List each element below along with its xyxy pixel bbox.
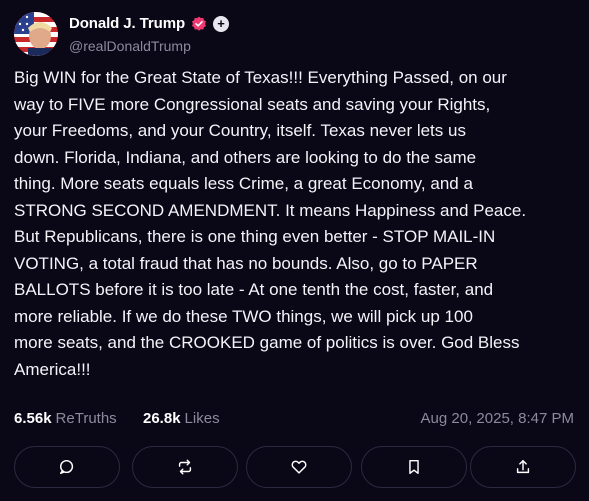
- repost-icon: [178, 459, 192, 475]
- plus-icon: +: [213, 15, 230, 32]
- like-button[interactable]: [246, 446, 352, 488]
- author-handle[interactable]: @realDonaldTrump: [69, 38, 191, 54]
- author-name[interactable]: Donald J. Trump: [69, 15, 185, 32]
- bookmark-icon: [409, 459, 419, 475]
- plus-glyph: +: [217, 15, 225, 31]
- likes-label: Likes: [184, 410, 220, 427]
- likes-count: 26.8k: [143, 410, 181, 427]
- retruths-count: 6.56k: [14, 410, 52, 427]
- retruths-stat[interactable]: 6.56k ReTruths: [14, 410, 117, 427]
- avatar-image: [14, 12, 58, 56]
- heart-icon: [291, 460, 307, 474]
- bookmark-button[interactable]: [361, 446, 467, 488]
- author-name-row: Donald J. Trump +: [69, 15, 230, 32]
- comment-icon: [59, 459, 74, 475]
- share-icon: [516, 459, 530, 474]
- post-header: Donald J. Trump + @realDonaldTrump: [14, 12, 574, 58]
- post-text: Big WIN for the Great State of Texas!!! …: [14, 68, 527, 379]
- reply-button[interactable]: [14, 446, 120, 488]
- likes-stat[interactable]: 26.8k Likes: [143, 410, 220, 427]
- share-button[interactable]: [470, 446, 576, 488]
- action-bar: [14, 446, 576, 490]
- retruths-label: ReTruths: [55, 410, 117, 427]
- retruth-button[interactable]: [132, 446, 238, 488]
- avatar[interactable]: [14, 12, 58, 56]
- post-stats: 6.56k ReTruths 26.8k Likes Aug 20, 2025, 8…: [14, 410, 574, 434]
- verified-badge-icon: [192, 16, 207, 31]
- post-timestamp[interactable]: Aug 20, 2025, 8:47 PM: [421, 410, 574, 427]
